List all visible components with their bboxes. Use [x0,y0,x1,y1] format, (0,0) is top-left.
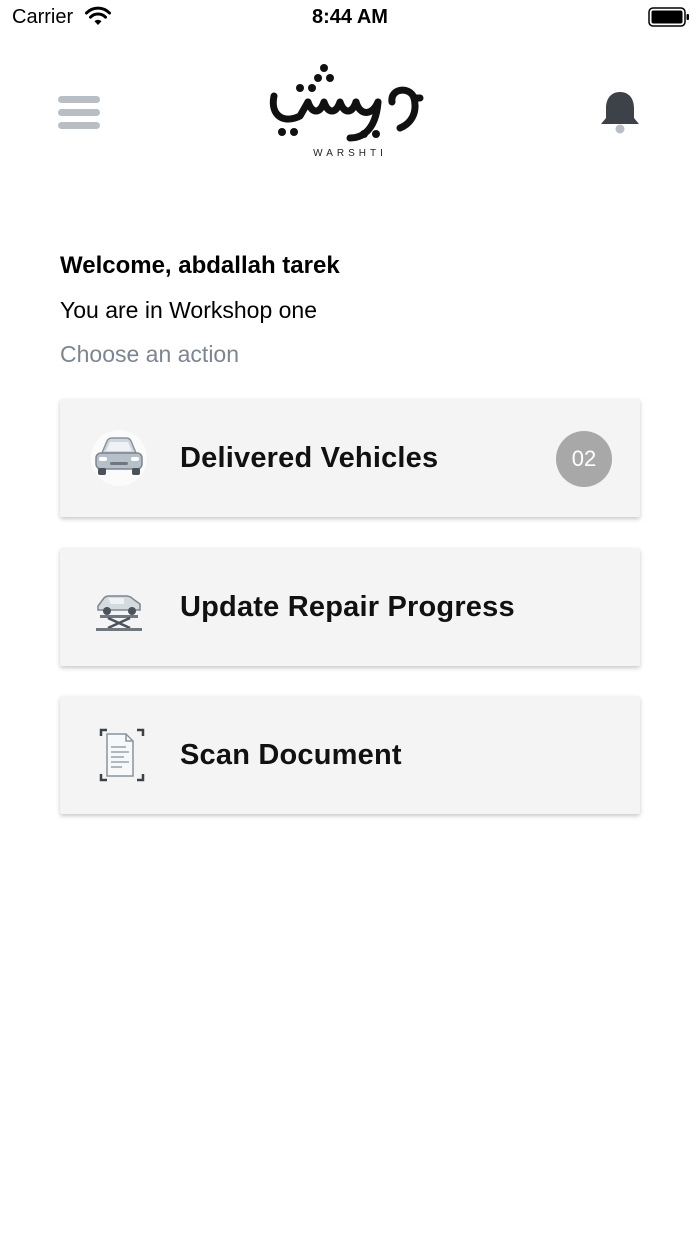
update-repair-progress-card[interactable]: Update Repair Progress [60,548,640,666]
car-front-icon [91,430,147,486]
update-repair-progress-label: Update Repair Progress [180,591,515,623]
status-time: 8:44 AM [312,6,388,28]
notifications-button[interactable] [598,88,642,136]
menu-button[interactable] [58,96,100,130]
scan-document-icon [99,728,145,782]
choose-action-prompt: Choose an action [60,341,240,367]
delivered-vehicles-card[interactable]: Delivered Vehicles 02 [60,399,640,517]
workshop-label: You are in Workshop one [60,297,318,323]
status-bar: Carrier 8:44 AM [0,0,700,36]
delivered-vehicles-count-badge: 02 [556,431,612,487]
hamburger-menu-icon [58,96,100,103]
warshti-logo: WARSHTI [260,58,440,166]
logo-arabic-mark [269,64,424,142]
welcome-heading: Welcome, abdallah tarek [60,252,340,279]
bell-icon [601,92,639,134]
car-lift-icon [96,595,142,631]
battery-icon [648,7,689,27]
logo-subtitle: WARSHTI [313,148,387,159]
scan-document-label: Scan Document [180,739,402,771]
delivered-vehicles-label: Delivered Vehicles [180,442,439,474]
scan-document-card[interactable]: Scan Document [60,696,640,814]
